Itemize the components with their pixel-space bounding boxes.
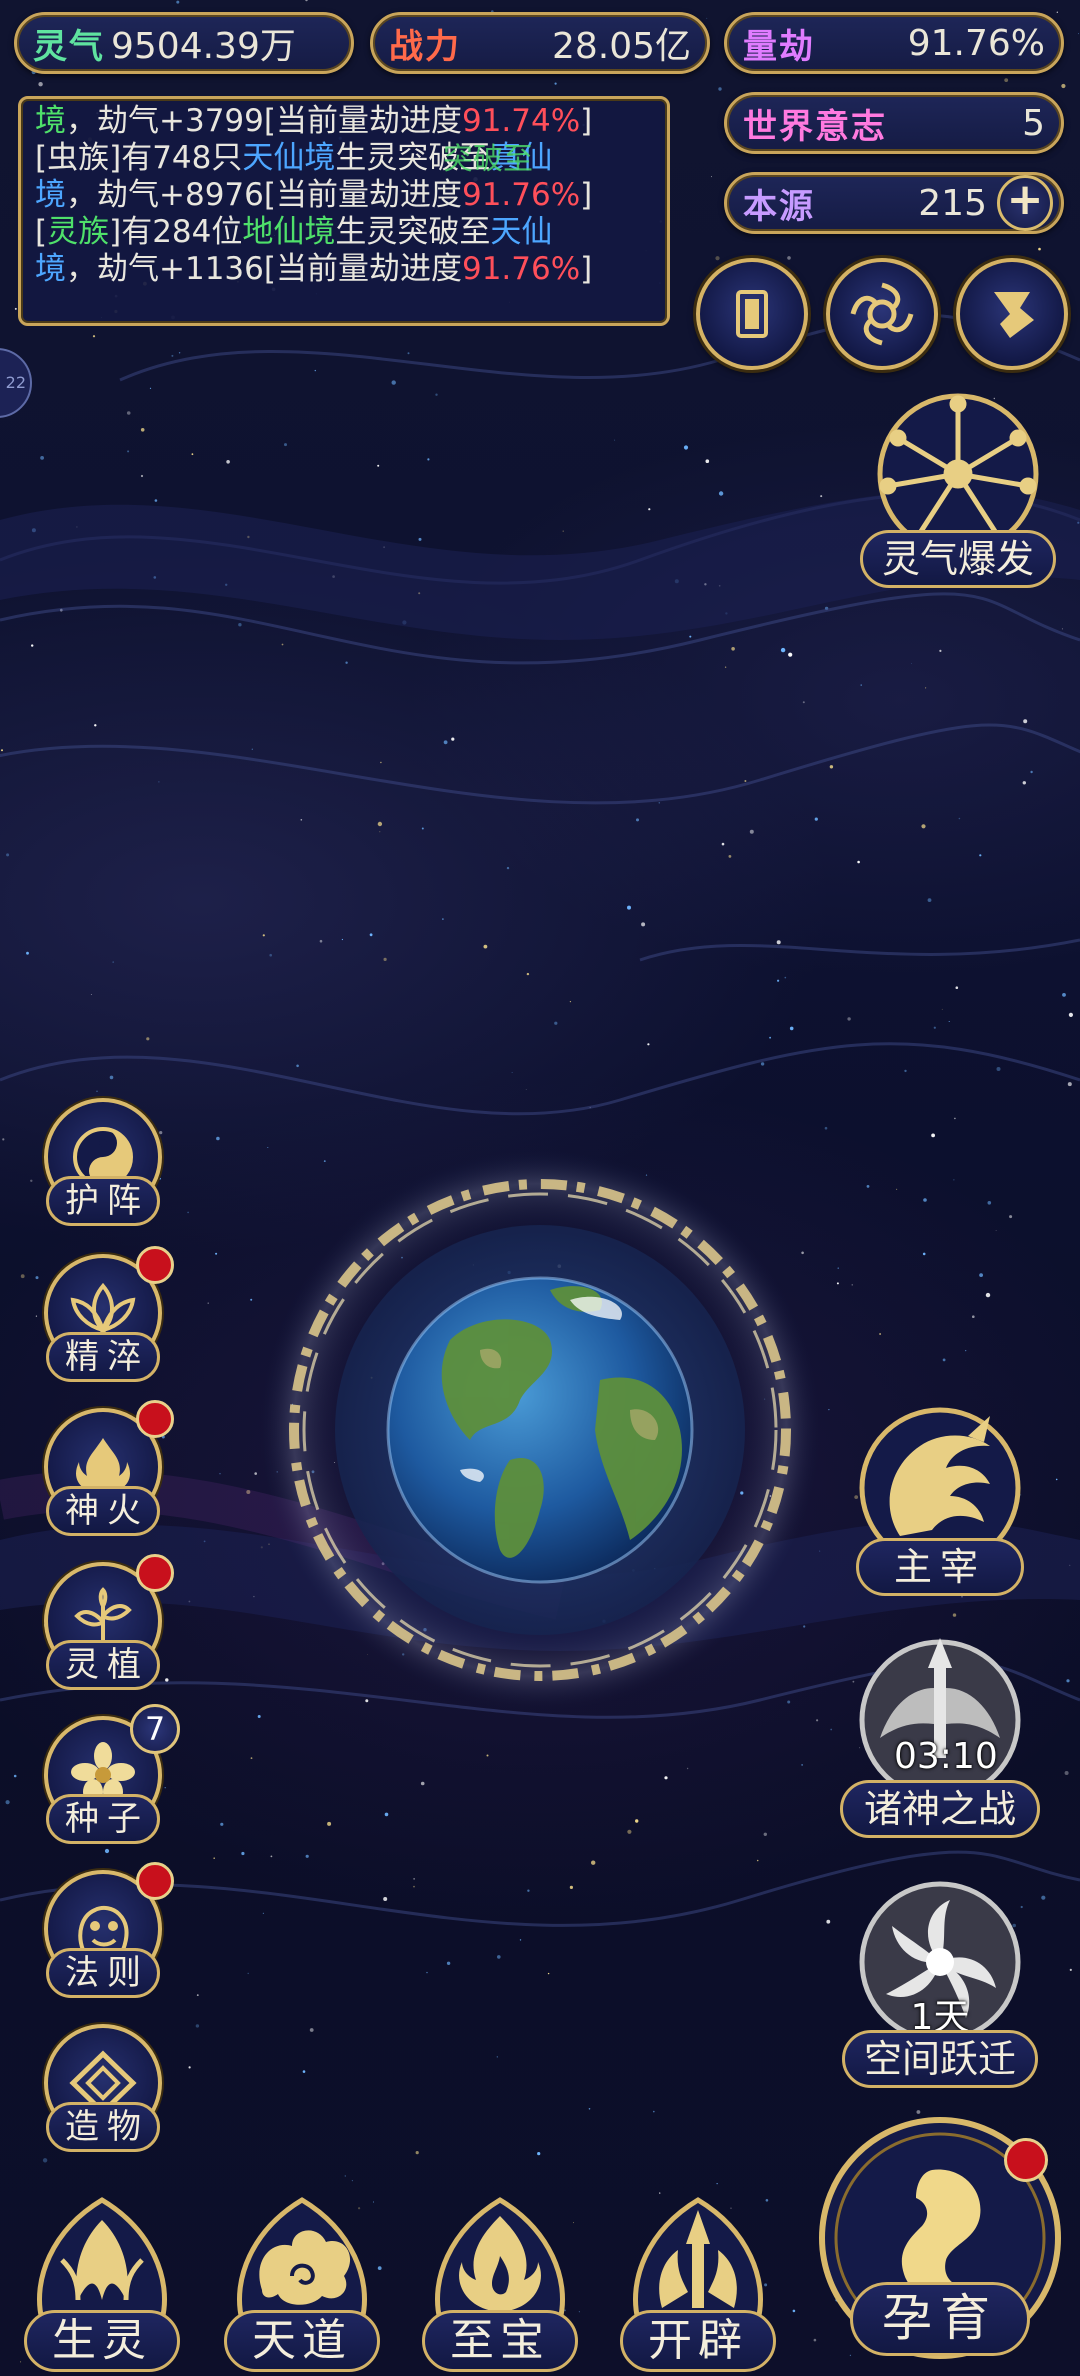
- log-line: [虫族]有748只天仙境生灵突破至真仙: [35, 140, 553, 176]
- cards-button[interactable]: [696, 258, 808, 370]
- count-badge: 7: [130, 1704, 180, 1754]
- world-will-stat[interactable]: 世界意志 5: [724, 92, 1064, 154]
- nav-label: 天道: [224, 2310, 380, 2372]
- planet-globe[interactable]: [250, 1140, 830, 1720]
- menu-zhongzi[interactable]: 种子 7: [38, 1704, 180, 1851]
- zhushen-label: 诸神之战: [840, 1780, 1040, 1838]
- vortex-icon: [850, 282, 914, 346]
- kongjian-jump-button[interactable]: 1天23:36:57 空间跃迁: [830, 1870, 1050, 2090]
- log-line: 境，劫气+3799[当前量劫进度91.74%]: [35, 103, 593, 139]
- flag-button[interactable]: [956, 258, 1068, 370]
- zhuzai-button[interactable]: 主宰: [840, 1396, 1040, 1606]
- nav-label: 至宝: [422, 2310, 578, 2372]
- menu-label: 精淬: [46, 1332, 160, 1382]
- menu-label: 神火: [46, 1486, 160, 1536]
- menu-huzhen[interactable]: 护阵: [38, 1098, 168, 1233]
- liangjie-stat[interactable]: 量劫 91.76%: [724, 12, 1064, 74]
- menu-label: 法则: [46, 1948, 160, 1998]
- treasure-flame-icon: [435, 2197, 565, 2323]
- spear-flame-icon: [633, 2197, 763, 2323]
- nav-shengling[interactable]: 生灵: [12, 2180, 192, 2376]
- menu-lingzhi[interactable]: 灵植: [38, 1554, 174, 1697]
- benyuan-value: 215: [918, 182, 987, 224]
- globe-icon: [260, 1150, 820, 1710]
- notification-dot: [136, 1400, 174, 1438]
- event-log: 境，劫气+3799[当前量劫进度91.74%] [虫族]有748只天仙境生灵突破…: [18, 96, 670, 326]
- lingqi-label: 灵气: [33, 26, 105, 67]
- yunyu-button[interactable]: 孕育: [812, 2110, 1068, 2376]
- menu-label: 灵植: [46, 1640, 160, 1690]
- world-will-value: 5: [1022, 102, 1045, 144]
- benyuan-label: 本源: [743, 186, 815, 227]
- nav-label: 生灵: [24, 2310, 180, 2372]
- benyuan-stat[interactable]: 本源 215 +: [724, 172, 1064, 234]
- cloud-swirl-icon: [237, 2197, 367, 2323]
- zhushen-timer: 03:10: [894, 1736, 998, 1777]
- nav-tiandao[interactable]: 天道: [212, 2180, 392, 2376]
- side-edge-tab[interactable]: 22: [0, 348, 32, 418]
- yunyu-label: 孕育: [850, 2282, 1030, 2356]
- nav-kaipi[interactable]: 开辟: [608, 2180, 788, 2376]
- log-line: 境，劫气+8976[当前量劫进度91.76%]: [35, 177, 593, 213]
- notification-dot: [136, 1862, 174, 1900]
- menu-zaowu[interactable]: 造物: [38, 2024, 168, 2159]
- lingqi-burst-label: 灵气爆发: [860, 530, 1056, 588]
- notification-dot: [136, 1246, 174, 1284]
- menu-label: 造物: [46, 2102, 160, 2152]
- world-will-label: 世界意志: [743, 106, 887, 147]
- kongjian-label: 空间跃迁: [842, 2030, 1038, 2088]
- liangjie-value: 91.76%: [907, 22, 1045, 64]
- lingqi-burst-button[interactable]: 灵气爆发: [858, 386, 1058, 596]
- log-overlay-text: 突破至: [443, 142, 533, 177]
- notification-dot: [136, 1554, 174, 1592]
- zhanli-stat[interactable]: 战力 28.05亿: [370, 12, 710, 74]
- nav-zhibao[interactable]: 至宝: [410, 2180, 590, 2376]
- menu-label: 护阵: [46, 1176, 160, 1226]
- cards-icon: [736, 290, 768, 338]
- edge-tab-label: 22: [5, 373, 26, 392]
- menu-label: 种子: [46, 1794, 160, 1844]
- flag-icon: [994, 292, 1034, 338]
- menu-jingcui[interactable]: 精淬: [38, 1246, 174, 1389]
- zhuzai-label: 主宰: [856, 1538, 1024, 1596]
- nav-label: 开辟: [620, 2310, 776, 2372]
- liangjie-label: 量劫: [743, 26, 815, 67]
- zhanli-value: 28.05亿: [551, 26, 691, 67]
- log-line: [灵族]有284位地仙境生灵突破至天仙: [35, 214, 553, 250]
- phoenix-icon: [37, 2197, 167, 2323]
- menu-faze[interactable]: 法则: [38, 1862, 174, 2005]
- vortex-button[interactable]: [826, 258, 938, 370]
- log-line: 境，劫气+1136[当前量劫进度91.76%]: [35, 251, 593, 287]
- zhushen-war-button[interactable]: 03:10 诸神之战: [840, 1628, 1040, 1848]
- lingqi-stat[interactable]: 灵气 9504.39万: [14, 12, 354, 74]
- add-benyuan-button[interactable]: +: [997, 175, 1053, 231]
- zhanli-label: 战力: [389, 26, 461, 67]
- notification-dot: [1004, 2138, 1048, 2182]
- lingqi-value: 9504.39万: [111, 26, 296, 67]
- menu-shenhuo[interactable]: 神火: [38, 1400, 174, 1543]
